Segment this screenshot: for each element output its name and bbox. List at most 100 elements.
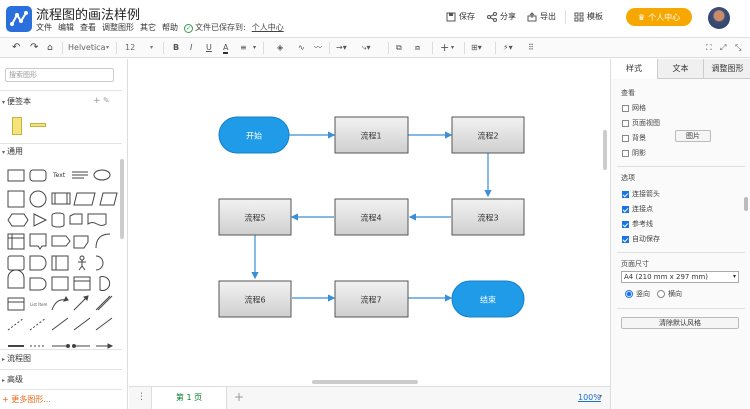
add-note-icon[interactable]: + (93, 96, 101, 106)
section-advanced[interactable]: ▸ 高级 (2, 374, 23, 385)
document-title[interactable]: 流程图的画法样例 (36, 4, 140, 23)
ellipse-shape (93, 169, 111, 181)
options-section-title: 选项 (621, 174, 635, 182)
option-page-view[interactable]: 页面视图 (622, 118, 660, 128)
image-button[interactable]: 图片 (675, 130, 711, 142)
page-size-value: A4 (210 mm x 297 mm) (624, 273, 708, 281)
align-chevron-icon[interactable]: ▾ (253, 42, 256, 54)
landscape-radio[interactable] (657, 290, 665, 298)
option-page-view-label: 页面视图 (632, 119, 660, 127)
avatar[interactable] (708, 7, 730, 29)
personal-center-label: 个人中心 (648, 12, 681, 22)
orientation-landscape[interactable]: 横向 (657, 289, 682, 299)
zoom-level[interactable]: 100% (578, 393, 601, 402)
waypoint-style-icon[interactable]: ⤷▾ (362, 42, 371, 54)
panel-divider (617, 166, 745, 167)
orientation-portrait[interactable]: 竖向 (625, 289, 650, 299)
clear-default-style-button[interactable]: 清除默认风格 (621, 317, 739, 329)
to-back-icon[interactable]: ⧈ (415, 42, 420, 54)
font-size-select[interactable]: 12 (125, 42, 135, 54)
collapse-panel-icon[interactable]: ⤡ (735, 42, 741, 54)
shape-panel-scrollbar[interactable] (120, 159, 124, 239)
font-family-select[interactable]: Helvetica (68, 42, 105, 54)
shadow-checkbox[interactable] (622, 149, 629, 157)
menu-edit[interactable]: 编辑 (58, 22, 74, 33)
arrange-grid-icon[interactable]: ⠿ (528, 42, 534, 54)
saved-location-link[interactable]: 个人中心 (252, 22, 284, 33)
magic-wand-icon[interactable]: ⚡▾ (503, 42, 513, 54)
add-page-button[interactable]: + (234, 390, 244, 404)
note-shape-yellow[interactable] (12, 117, 22, 135)
connector-style-icon[interactable]: →▾ (336, 42, 347, 54)
share-button[interactable]: 分享 (487, 11, 516, 22)
portrait-radio[interactable] (625, 290, 633, 298)
align-icon[interactable]: ≡ (240, 42, 247, 54)
text-color-button[interactable]: A (223, 42, 229, 54)
diagram-canvas[interactable]: 开始 流程1 流程2 流程3 流程4 流程5 流程6 流程7 结束 (129, 59, 610, 386)
expand-triangle-icon: ▸ (2, 377, 6, 384)
insert-icon[interactable]: + (440, 42, 449, 54)
page-size-select[interactable]: A4 (210 mm x 297 mm) ▾ (621, 271, 739, 283)
zoom-chevron-icon[interactable]: ▾ (599, 393, 602, 400)
section-flowchart[interactable]: ▸ 流程图 (2, 353, 31, 364)
canvas-vertical-scrollbar[interactable] (603, 130, 607, 170)
option-connection-points[interactable]: 连接点 (622, 204, 653, 214)
fit-window-icon[interactable]: ⛶ (706, 42, 712, 54)
format-panel-scrollbar[interactable] (744, 197, 748, 211)
shape-search-input[interactable]: 搜索图形 (5, 68, 114, 82)
to-front-icon[interactable]: ⧉ (396, 42, 402, 54)
rounded-rectangle-shape (29, 169, 47, 182)
menu-view[interactable]: 查看 (80, 22, 96, 33)
option-connection-arrows[interactable]: 连接箭头 (622, 189, 660, 199)
option-autosave[interactable]: 自动保存 (622, 234, 660, 244)
tab-arrange[interactable]: 调整图形 (703, 59, 750, 79)
tab-text[interactable]: 文本 (657, 59, 703, 79)
canvas-horizontal-scrollbar[interactable] (312, 380, 418, 384)
section-notes[interactable]: ▾ 便签本 (2, 96, 31, 107)
undo-icon[interactable]: ↶ (12, 42, 20, 54)
menu-extras[interactable]: 其它 (140, 22, 156, 33)
font-family-chevron-icon[interactable]: ▾ (106, 42, 109, 54)
fullscreen-icon[interactable]: ⤢ (720, 42, 726, 54)
guides-checkbox[interactable] (622, 220, 629, 228)
app-logo-icon[interactable] (6, 6, 32, 32)
template-button[interactable]: 模板 (574, 11, 603, 22)
menu-arrange[interactable]: 调整图形 (102, 22, 134, 33)
option-background[interactable]: 背景 (622, 133, 646, 143)
page-tab-1[interactable]: 第 1 页 (151, 387, 227, 409)
export-button[interactable]: 导出 (527, 11, 556, 22)
font-size-chevron-icon[interactable]: ▾ (150, 42, 153, 54)
table-icon[interactable]: ⊞▾ (471, 42, 482, 54)
insert-chevron-icon[interactable]: ▾ (451, 42, 454, 54)
grid-checkbox[interactable] (622, 104, 629, 112)
section-advanced-label: 高级 (7, 375, 24, 384)
svg-text:List Item: List Item (30, 302, 47, 307)
redo-icon[interactable]: ↷ (30, 42, 38, 54)
format-painter-icon[interactable]: ⌂ (47, 42, 53, 54)
section-general[interactable]: ▾ 通用 (2, 146, 23, 157)
line-width-icon[interactable]: 〰 (314, 42, 322, 54)
personal-center-button[interactable]: ♛ 个人中心 (626, 8, 692, 26)
fill-color-icon[interactable]: ◈ (277, 42, 283, 54)
more-shapes-link[interactable]: + 更多图形... (2, 394, 51, 405)
italic-button[interactable]: I (190, 42, 192, 54)
menu-help[interactable]: 帮助 (162, 22, 178, 33)
menu-file[interactable]: 文件 (36, 22, 52, 33)
underline-button[interactable]: U (206, 42, 212, 54)
autosave-checkbox[interactable] (622, 235, 629, 243)
menu-bar: 文件 编辑 查看 调整图形 其它 帮助 ✓ 文件已保存到: 个人中心 (36, 22, 284, 33)
tab-style[interactable]: 样式 (611, 59, 657, 79)
option-shadow[interactable]: 阴影 (622, 148, 646, 158)
connection-arrows-checkbox[interactable] (622, 190, 629, 198)
background-checkbox[interactable] (622, 134, 629, 142)
option-guides[interactable]: 参考线 (622, 219, 653, 229)
edit-note-icon[interactable]: ✎ (103, 96, 110, 105)
note-shape-strip[interactable] (30, 123, 46, 127)
page-menu-icon[interactable]: ⋮ (137, 392, 146, 402)
option-grid[interactable]: 网格 (622, 103, 646, 113)
connection-points-checkbox[interactable] (622, 205, 629, 213)
line-color-icon[interactable]: ∿ (298, 42, 305, 54)
page-view-checkbox[interactable] (622, 119, 629, 127)
bold-button[interactable]: B (173, 42, 179, 54)
save-button[interactable]: 保存 (446, 11, 475, 22)
